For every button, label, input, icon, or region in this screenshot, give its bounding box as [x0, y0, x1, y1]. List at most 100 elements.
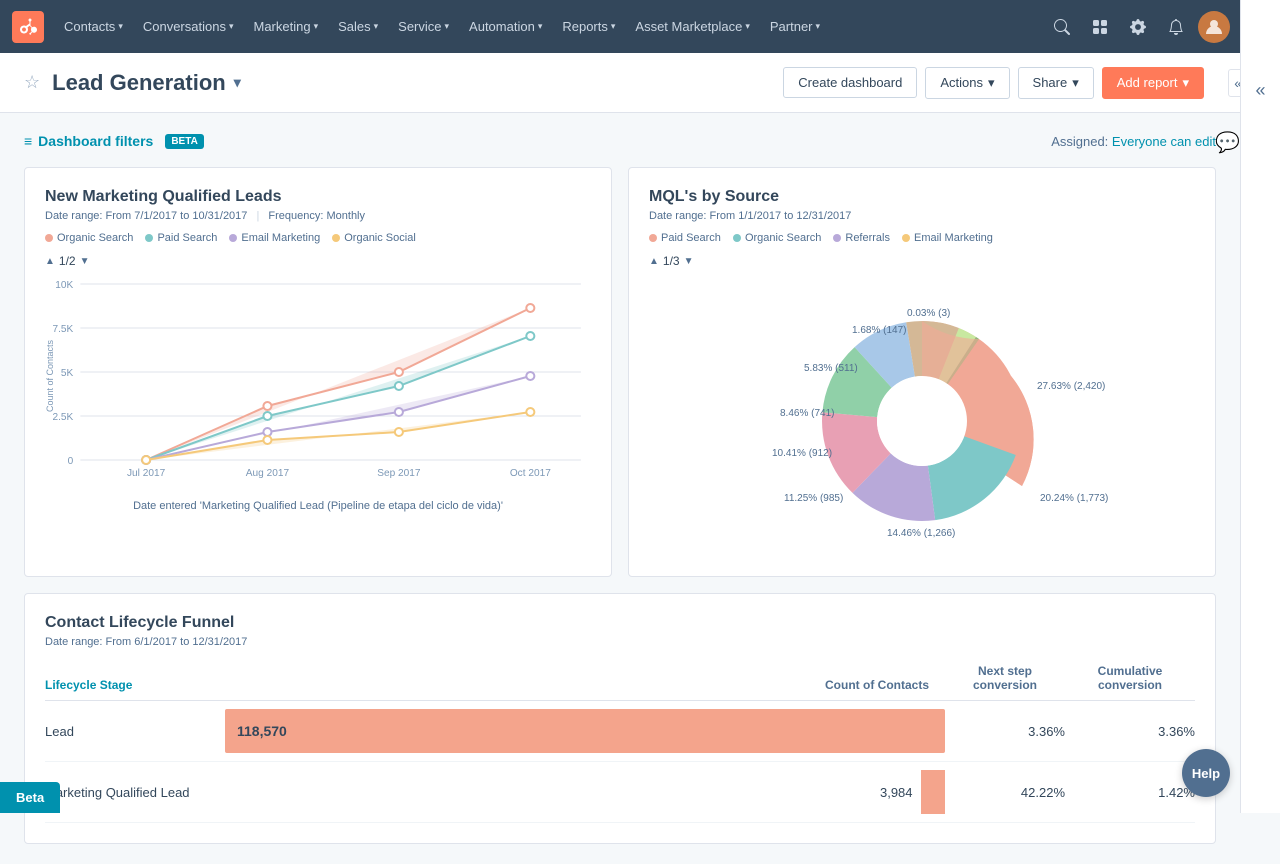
nav-partner[interactable]: Partner ▾ [760, 0, 830, 53]
legend-paid-search: Paid Search [145, 232, 217, 244]
legend-dot-paid-search-pie [649, 234, 657, 242]
user-avatar[interactable] [1198, 11, 1230, 43]
nav-marketing[interactable]: Marketing ▾ [243, 0, 328, 53]
mqls-line-chart-card: New Marketing Qualified Leads Date range… [24, 167, 612, 577]
funnel-bar-mql-cell: 3,984 [225, 770, 945, 814]
svg-text:7.5K: 7.5K [53, 324, 74, 335]
funnel-next-lead: 3.36% [945, 724, 1065, 739]
dashboard-filters-button[interactable]: ≡ Dashboard filters BETA [24, 133, 204, 149]
svg-text:5K: 5K [61, 368, 74, 379]
title-dropdown-icon[interactable]: ▾ [234, 74, 241, 91]
nav-sales[interactable]: Sales ▾ [328, 0, 388, 53]
legend-dot-email-pie [902, 234, 910, 242]
main-content: ≡ Dashboard filters BETA Assigned: Every… [0, 113, 1240, 864]
legend-dot-paid-search [145, 234, 153, 242]
funnel-bar-lead-cell: 118,570 [225, 709, 945, 753]
svg-text:10K: 10K [55, 280, 73, 291]
pie-chart-nav: ▲ 1/3 ▼ [649, 254, 1195, 268]
header-actions: Create dashboard Actions ▾ Share ▾ Add r… [783, 67, 1204, 99]
svg-text:Count of Contacts: Count of Contacts [45, 340, 55, 412]
partner-caret: ▾ [816, 21, 821, 32]
hubspot-logo[interactable] [12, 11, 44, 43]
reports-caret: ▾ [611, 21, 616, 32]
collapse-right-icon[interactable]: « [1255, 80, 1265, 101]
svg-text:5.83% (511): 5.83% (511) [804, 363, 858, 374]
add-report-button[interactable]: Add report ▾ [1102, 67, 1204, 99]
legend-referrals-pie: Referrals [833, 232, 890, 244]
nav-reports[interactable]: Reports ▾ [552, 0, 625, 53]
line-chart-nav: ▲ 1/2 ▼ [45, 254, 591, 268]
svg-text:10.41% (912): 10.41% (912) [772, 448, 832, 459]
filter-lines-icon: ≡ [24, 133, 32, 149]
notifications-icon-button[interactable] [1160, 11, 1192, 43]
nav-automation[interactable]: Automation ▾ [459, 0, 552, 53]
side-panel: « [1240, 0, 1280, 813]
line-chart-x-axis-label: Date entered 'Marketing Qualified Lead (… [45, 500, 591, 512]
mqls-chart-subtitle: Date range: From 7/1/2017 to 10/31/2017 … [45, 210, 591, 222]
legend-email-marketing: Email Marketing [229, 232, 320, 244]
svg-text:27.63% (2,420): 27.63% (2,420) [1037, 381, 1105, 392]
funnel-stage-mql: Marketing Qualified Lead [45, 785, 225, 800]
search-icon-button[interactable] [1046, 11, 1078, 43]
create-dashboard-button[interactable]: Create dashboard [783, 67, 917, 98]
share-button[interactable]: Share ▾ [1018, 67, 1094, 99]
pie-chart-svg-container: 27.63% (2,420) 20.24% (1,773) 14.46% (1,… [649, 276, 1195, 556]
svg-text:11.25% (985): 11.25% (985) [784, 493, 843, 504]
beta-badge: BETA [165, 134, 203, 149]
sales-caret: ▾ [374, 21, 379, 32]
nav-conversations[interactable]: Conversations ▾ [133, 0, 244, 53]
funnel-stage-col-header: Lifecycle Stage [45, 678, 225, 692]
pie-chart-svg: 27.63% (2,420) 20.24% (1,773) 14.46% (1,… [732, 281, 1112, 551]
funnel-next-mql: 42.22% [945, 785, 1065, 800]
pie-chart-prev[interactable]: ▲ [649, 256, 659, 267]
nav-asset-marketplace[interactable]: Asset Marketplace ▾ [625, 0, 759, 53]
svg-text:14.46% (1,266): 14.46% (1,266) [887, 528, 955, 539]
legend-dot-organic-search [45, 234, 53, 242]
page-header: ☆ Lead Generation ▾ Create dashboard Act… [0, 53, 1280, 113]
line-chart-next[interactable]: ▼ [80, 256, 90, 267]
svg-text:Oct 2017: Oct 2017 [510, 468, 551, 479]
line-chart-legend: Organic Search Paid Search Email Marketi… [45, 232, 591, 244]
assigned-label: Assigned: Everyone can edit [1051, 134, 1216, 149]
help-button[interactable]: Help [1182, 749, 1230, 797]
funnel-cumulative-lead: 3.36% [1065, 724, 1195, 739]
svg-text:Sep 2017: Sep 2017 [377, 468, 421, 479]
funnel-row-mql: Marketing Qualified Lead 3,984 42.22% 1.… [45, 762, 1195, 823]
contacts-caret: ▾ [118, 21, 123, 32]
mql-by-source-chart-card: MQL's by Source Date range: From 1/1/201… [628, 167, 1216, 577]
nav-service[interactable]: Service ▾ [388, 0, 459, 53]
funnel-stage-lead: Lead [45, 724, 225, 739]
funnel-title: Contact Lifecycle Funnel [45, 614, 1195, 632]
funnel-cumulative-col-header: Cumulative conversion [1065, 664, 1195, 692]
svg-text:20.24% (1,773): 20.24% (1,773) [1040, 493, 1108, 504]
chat-icon[interactable]: 💬 [1215, 130, 1240, 155]
asset-marketplace-caret: ▾ [745, 21, 750, 32]
funnel-subtitle: Date range: From 6/1/2017 to 12/31/2017 [45, 636, 1195, 648]
conversations-caret: ▾ [229, 21, 234, 32]
nav-contacts[interactable]: Contacts ▾ [54, 0, 133, 53]
legend-dot-organic-social [332, 234, 340, 242]
settings-icon-button[interactable] [1122, 11, 1154, 43]
svg-text:0: 0 [68, 456, 74, 467]
line-chart-prev[interactable]: ▲ [45, 256, 55, 267]
top-navigation: Contacts ▾ Conversations ▾ Marketing ▾ S… [0, 0, 1280, 53]
svg-text:1.68% (147): 1.68% (147) [852, 325, 906, 336]
pie-chart-next[interactable]: ▼ [684, 256, 694, 267]
actions-caret-icon: ▾ [988, 75, 995, 91]
svg-text:2.5K: 2.5K [53, 412, 74, 423]
add-report-caret-icon: ▾ [1182, 75, 1189, 91]
page-title: Lead Generation ▾ [52, 70, 241, 96]
funnel-table-header: Lifecycle Stage Count of Contacts Next s… [45, 664, 1195, 701]
marketplace-icon-button[interactable] [1084, 11, 1116, 43]
legend-dot-email-marketing [229, 234, 237, 242]
legend-paid-search-pie: Paid Search [649, 232, 721, 244]
svg-text:Aug 2017: Aug 2017 [246, 468, 290, 479]
mqls-chart-title: New Marketing Qualified Leads [45, 188, 591, 206]
beta-bottom-button[interactable]: Beta [0, 782, 60, 813]
mql-chart-subtitle: Date range: From 1/1/2017 to 12/31/2017 [649, 210, 1195, 222]
favorite-star-icon[interactable]: ☆ [24, 72, 40, 93]
legend-organic-search: Organic Search [45, 232, 133, 244]
actions-button[interactable]: Actions ▾ [925, 67, 1009, 99]
assigned-link[interactable]: Everyone can edit [1112, 134, 1216, 149]
legend-email-pie: Email Marketing [902, 232, 993, 244]
